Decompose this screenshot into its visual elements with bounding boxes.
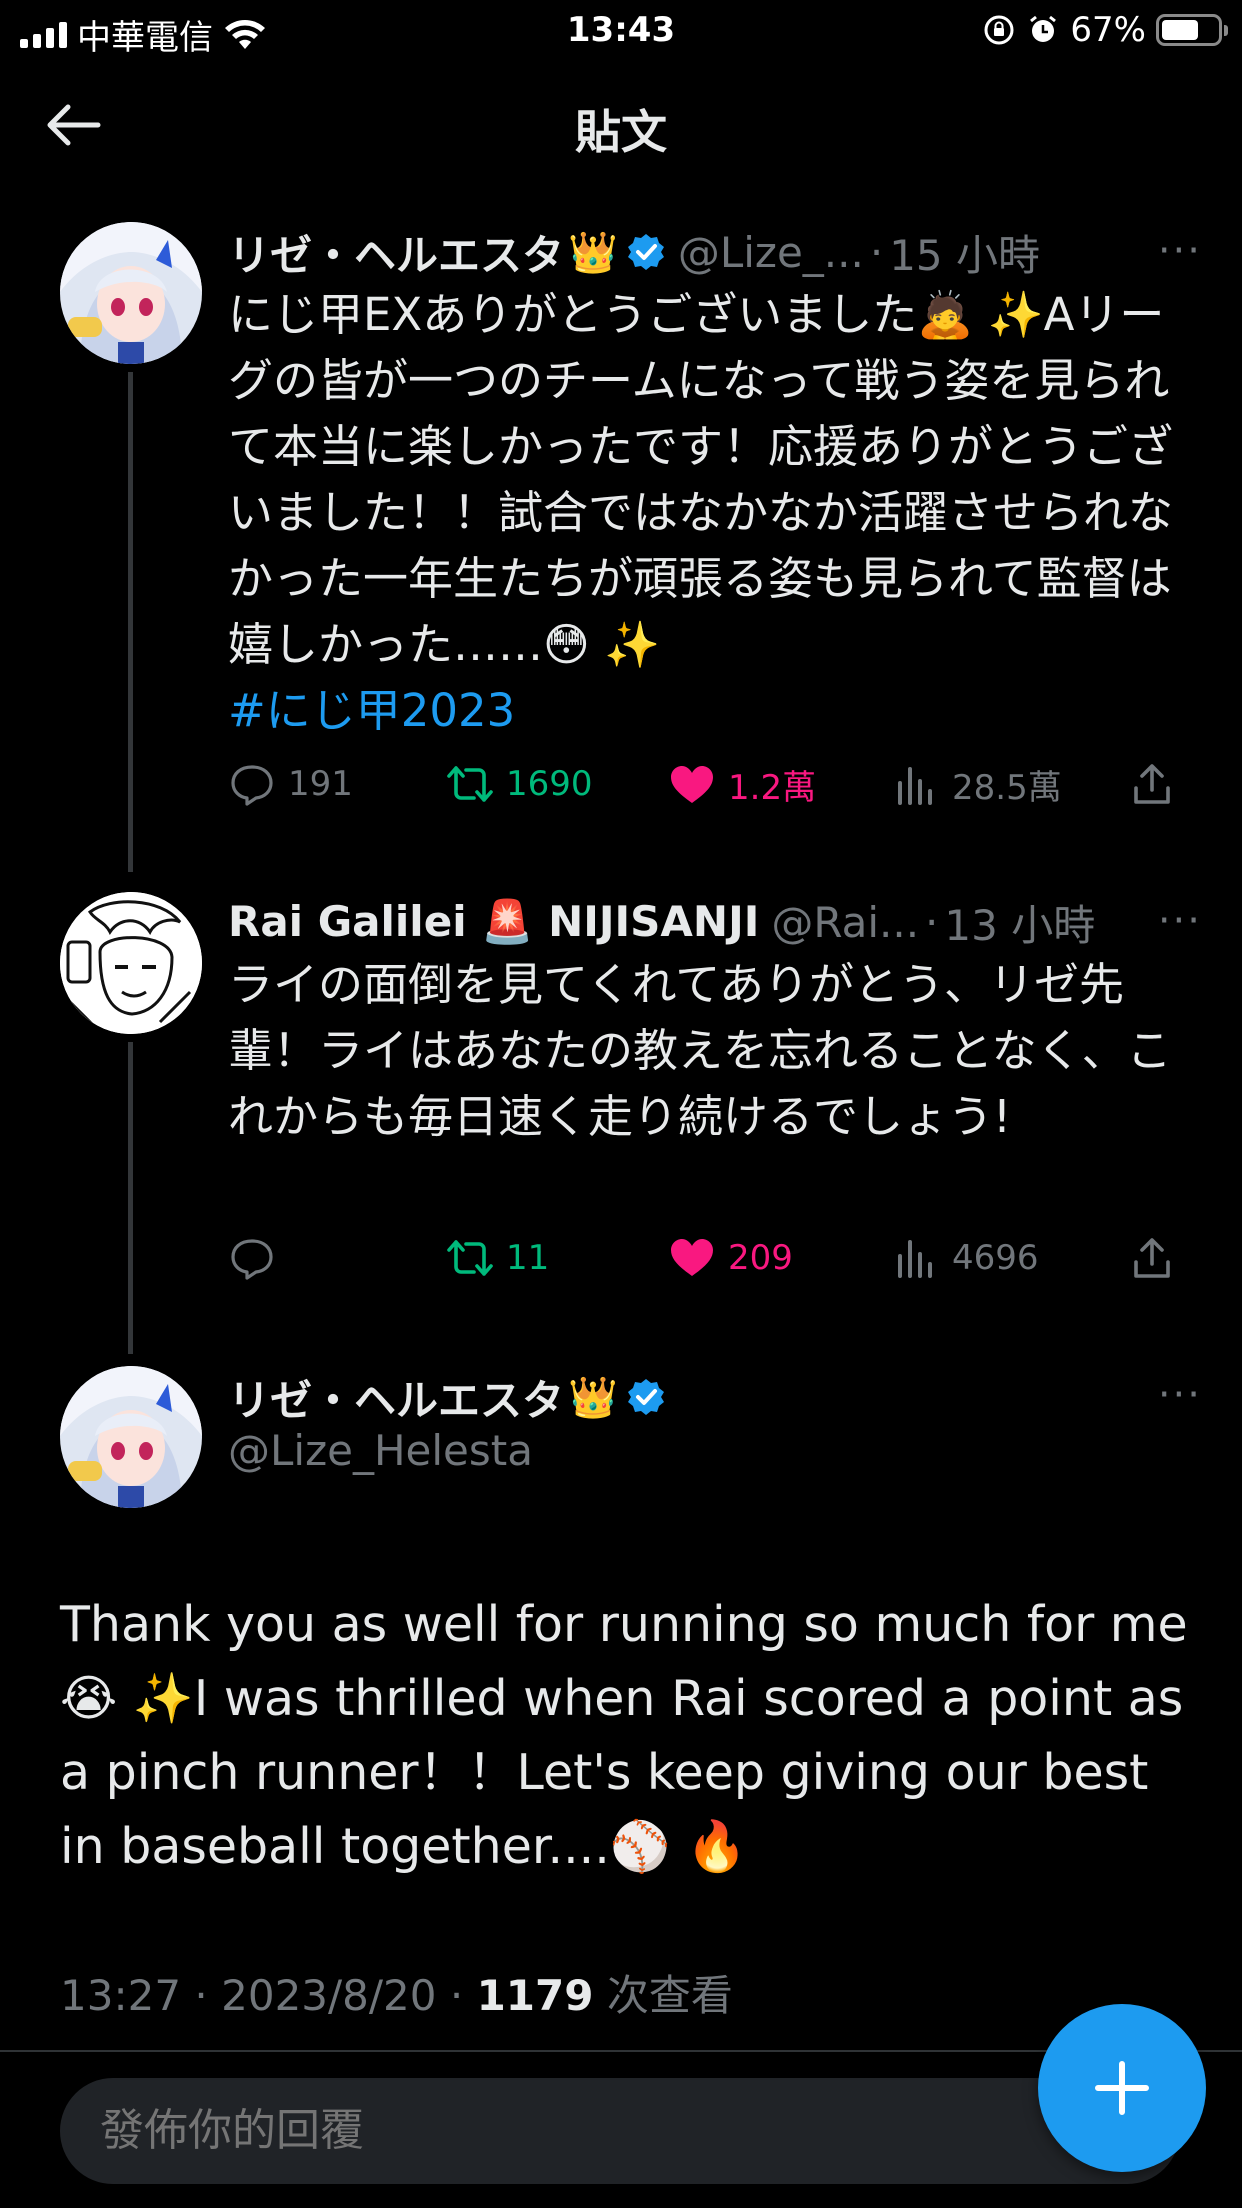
- battery-percent: 67%: [1070, 10, 1146, 50]
- status-right: 67%: [982, 10, 1228, 50]
- reply-bubble-icon: [231, 765, 273, 806]
- alarm-icon: [1030, 15, 1057, 42]
- reply-button[interactable]: [228, 1234, 288, 1282]
- verified-badge-icon: [627, 1379, 664, 1415]
- tweet-header: リゼ・ヘルエスタ 👑 @Lize_... · 15 小時 ···: [228, 222, 1202, 282]
- more-options-button[interactable]: ···: [1158, 1372, 1202, 1418]
- retweet-count: 1690: [506, 764, 593, 804]
- name-emoji: 👑: [568, 229, 618, 276]
- handle[interactable]: @Lize_...: [678, 228, 864, 277]
- avatar[interactable]: [60, 1366, 202, 1508]
- views-button[interactable]: 4696: [892, 1234, 1039, 1282]
- heart-icon: [671, 765, 713, 803]
- like-count: 209: [728, 1238, 793, 1278]
- display-name[interactable]: リゼ・ヘルエスタ: [228, 222, 564, 283]
- tweet-actions: 11 209 4696: [228, 1234, 1188, 1294]
- plus-icon: [1095, 2061, 1149, 2115]
- timestamp[interactable]: 13 小時: [944, 892, 1095, 953]
- page-title: 貼文: [575, 105, 667, 159]
- more-options-button[interactable]: ···: [1158, 898, 1202, 944]
- views-label: 次查看: [606, 1971, 733, 2020]
- reply-button[interactable]: 191: [228, 760, 353, 808]
- handle[interactable]: @Rai...: [771, 898, 919, 947]
- separator: ·: [449, 1971, 464, 2020]
- view-count: 4696: [952, 1238, 1039, 1278]
- reply-composer[interactable]: [60, 2078, 1180, 2184]
- verified-badge-icon: [627, 234, 664, 270]
- view-count[interactable]: 1179: [477, 1971, 594, 2020]
- tweet-body: ライの面倒を見てくれてありがとう、リゼ先輩！ライはあなたの教えを忘れることなく、…: [228, 958, 1172, 1143]
- share-icon: [1134, 764, 1170, 804]
- name-emoji: 👑: [568, 1374, 618, 1421]
- post-date: 2023/8/20: [221, 1971, 437, 2020]
- views-button[interactable]: 28.5萬: [892, 760, 1062, 809]
- view-count: 28.5萬: [952, 768, 1062, 808]
- tweet-header: Rai Galilei 🚨 NIJISANJI @Rai... · 13 小時 …: [228, 892, 1202, 952]
- reply-count: 191: [288, 764, 353, 804]
- separator: ·: [925, 897, 939, 947]
- tweet-meta: 13:27 · 2023/8/20 · 1179 次查看: [60, 1962, 733, 2023]
- like-count: 1.2萬: [728, 768, 817, 808]
- app-header: 貼文: [0, 62, 1242, 190]
- display-name[interactable]: リゼ・ヘルエスタ: [228, 1367, 564, 1428]
- battery-icon: [1156, 14, 1228, 46]
- retweet-button[interactable]: 1690: [446, 760, 593, 808]
- share-button[interactable]: [1128, 760, 1176, 808]
- like-button[interactable]: 1.2萬: [668, 760, 816, 809]
- bar-chart-icon: [898, 1240, 932, 1278]
- display-name[interactable]: Rai Galilei 🚨 NIJISANJI: [228, 897, 759, 947]
- bar-chart-icon: [898, 766, 932, 805]
- thread-connector: [128, 1042, 133, 1354]
- tweet-actions: 191 1690 1.2萬 28.5萬: [228, 760, 1188, 820]
- retweet-icon: [447, 766, 493, 802]
- orientation-lock-icon: [984, 15, 1014, 45]
- share-icon: [1134, 1238, 1170, 1278]
- timestamp[interactable]: 15 小時: [889, 222, 1040, 283]
- reply-bubble-icon: [231, 1239, 273, 1280]
- thread-connector: [128, 372, 133, 872]
- hashtag-link[interactable]: #にじ甲2023: [228, 684, 515, 737]
- avatar[interactable]: [60, 892, 202, 1034]
- compose-button[interactable]: [1038, 2004, 1206, 2172]
- tweet-header: リゼ・ヘルエスタ 👑: [228, 1366, 666, 1428]
- retweet-button[interactable]: 11: [446, 1234, 549, 1282]
- tweet-body: にじ甲EXありがとうございました🙇 ✨Aリーグの皆が一つのチームになって戦う姿を…: [228, 288, 1174, 671]
- avatar[interactable]: [60, 222, 202, 364]
- like-button[interactable]: 209: [668, 1234, 793, 1282]
- post-time: 13:27: [60, 1971, 182, 2020]
- handle[interactable]: @Lize_Helesta: [228, 1426, 533, 1475]
- retweet-count: 11: [506, 1238, 550, 1278]
- separator: ·: [869, 227, 884, 277]
- tweet-text: にじ甲EXありがとうございました🙇 ✨Aリーグの皆が一つのチームになって戦う姿を…: [228, 282, 1188, 744]
- tweet-text: ライの面倒を見てくれてありがとう、リゼ先輩！ライはあなたの教えを忘れることなく、…: [228, 952, 1188, 1150]
- status-bar: 中華電信 13:43 67%: [0, 0, 1242, 62]
- more-options-button[interactable]: ···: [1158, 228, 1202, 274]
- heart-icon: [671, 1239, 713, 1276]
- retweet-icon: [447, 1240, 493, 1276]
- share-button[interactable]: [1128, 1234, 1176, 1282]
- reply-input[interactable]: [100, 2078, 1000, 2184]
- tweet-text: Thank you as well for running so much fo…: [60, 1596, 1188, 1875]
- separator: ·: [194, 1971, 208, 2020]
